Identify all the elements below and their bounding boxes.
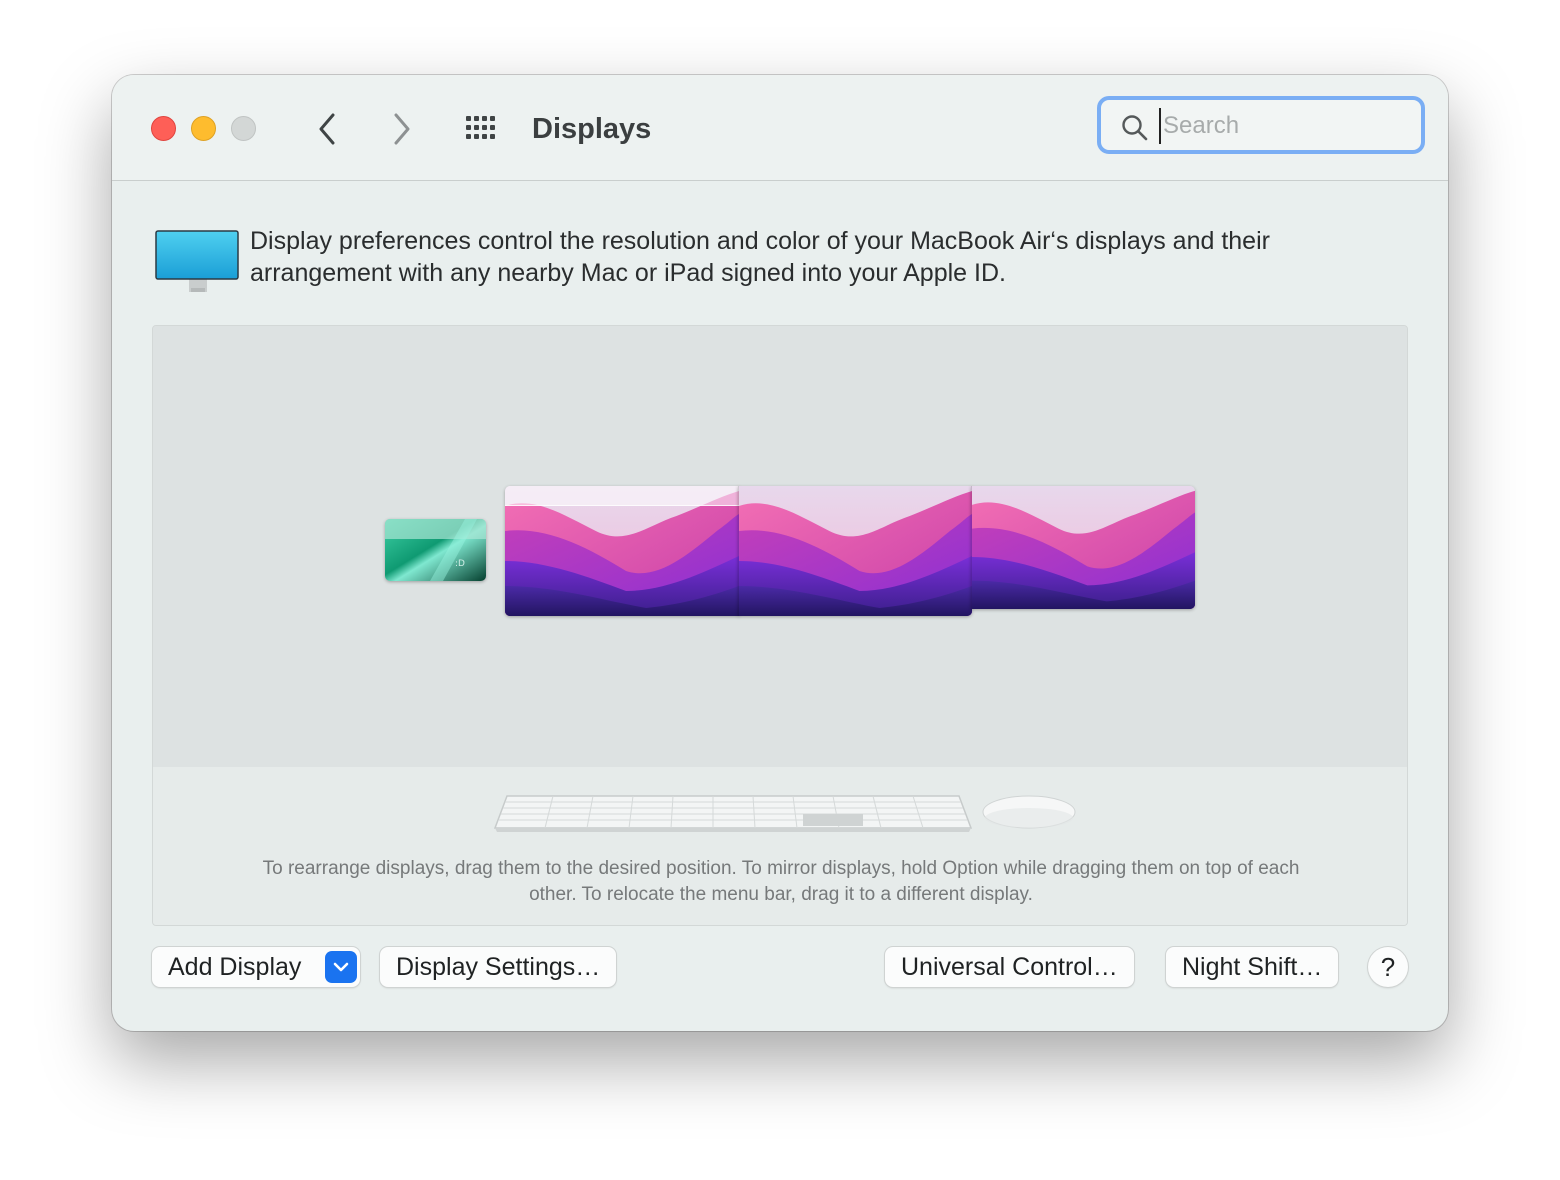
keyboard-icon [493, 795, 973, 832]
titlebar: Displays [112, 75, 1448, 181]
svg-text::D: :D [455, 559, 465, 569]
display-settings-button[interactable]: Display Settings… [380, 947, 617, 987]
grid-icon [466, 116, 495, 139]
close-button[interactable] [151, 116, 176, 141]
zoom-button [231, 116, 256, 141]
third-display[interactable] [971, 486, 1195, 609]
search-field[interactable] [1097, 96, 1425, 154]
minimize-button[interactable] [191, 116, 216, 141]
main-display-with-menu-bar[interactable] [505, 486, 739, 616]
add-display-dropdown[interactable] [325, 951, 357, 983]
intro-description: Display preferences control the resoluti… [250, 227, 1270, 287]
ipad-display[interactable]: :D [385, 519, 486, 581]
search-icon [1122, 115, 1148, 141]
help-button[interactable]: ? [1368, 947, 1408, 987]
displays-window: Displays Display preferences control the… [112, 75, 1448, 1031]
add-display-button[interactable]: Add Display [152, 947, 360, 987]
window-title: Displays [532, 113, 652, 145]
add-display-label: Add Display [168, 953, 302, 981]
chevron-down-icon [333, 962, 349, 972]
back-button[interactable] [307, 109, 347, 149]
mouse-icon [982, 795, 1076, 829]
menu-bar[interactable] [505, 486, 739, 506]
forward-button[interactable] [382, 109, 422, 149]
chevron-left-icon [319, 113, 335, 145]
chevron-right-icon [394, 113, 410, 145]
arrangement-hint: To rearrange displays, drag them to the … [262, 858, 1300, 905]
display-arrangement-area: :D To rearrange displays, drag them to t… [152, 325, 1408, 926]
search-input[interactable] [1159, 108, 1405, 144]
night-shift-button[interactable]: Night Shift… [1166, 947, 1339, 987]
show-all-button[interactable] [462, 112, 502, 144]
display-monitor-icon [155, 230, 239, 292]
universal-control-button[interactable]: Universal Control… [885, 947, 1134, 987]
second-display[interactable] [738, 486, 972, 616]
